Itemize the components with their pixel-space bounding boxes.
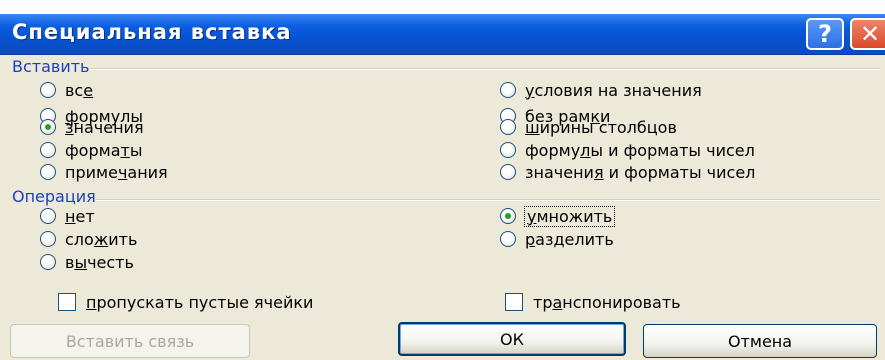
radio-button-icon[interactable] bbox=[40, 164, 56, 180]
title-bar[interactable]: Специальная вставка ? ✕ bbox=[0, 14, 885, 55]
radio-button-icon[interactable] bbox=[500, 231, 516, 247]
radio-label: примечания bbox=[65, 162, 168, 182]
radio-paste-comments[interactable]: примечания bbox=[40, 161, 168, 183]
radio-button-icon[interactable] bbox=[40, 119, 56, 135]
radio-label: разделить bbox=[525, 229, 614, 249]
checkbox-icon[interactable] bbox=[505, 293, 523, 311]
top-strip bbox=[0, 0, 885, 14]
paste-group-label: Вставить bbox=[12, 57, 90, 76]
radio-operation-subtract[interactable]: вычесть bbox=[40, 251, 134, 273]
radio-label: условия на значения bbox=[525, 80, 702, 100]
radio-label: умножить bbox=[523, 205, 616, 227]
operation-group-divider bbox=[96, 199, 880, 201]
checkbox-icon[interactable] bbox=[58, 293, 76, 311]
paste-special-dialog: Специальная вставка ? ✕ Вставить все фор… bbox=[0, 0, 885, 360]
dialog-title: Специальная вставка bbox=[12, 20, 292, 44]
radio-button-icon[interactable] bbox=[40, 231, 56, 247]
radio-button-icon[interactable] bbox=[40, 82, 56, 98]
radio-label: значения bbox=[65, 117, 144, 137]
radio-operation-multiply[interactable]: умножить bbox=[500, 205, 616, 227]
radio-button-icon[interactable] bbox=[40, 254, 56, 270]
skip-blanks-checkbox[interactable]: пропускать пустые ячейки bbox=[58, 290, 313, 314]
radio-button-icon[interactable] bbox=[500, 82, 516, 98]
radio-label: сложить bbox=[65, 229, 138, 249]
radio-label: вычесть bbox=[65, 252, 134, 272]
operation-group-label: Операция bbox=[12, 187, 96, 206]
checkbox-label: пропускать пустые ячейки bbox=[86, 292, 314, 312]
help-button[interactable]: ? bbox=[806, 18, 844, 50]
radio-button-icon[interactable] bbox=[500, 208, 516, 224]
radio-label: ширины столбцов bbox=[525, 117, 677, 137]
radio-button-icon[interactable] bbox=[40, 208, 56, 224]
close-icon: ✕ bbox=[859, 20, 881, 48]
radio-paste-validation[interactable]: условия на значения bbox=[500, 79, 702, 101]
radio-paste-column-widths[interactable]: ширины столбцов bbox=[500, 116, 677, 138]
radio-button-icon[interactable] bbox=[500, 142, 516, 158]
radio-paste-formats[interactable]: форматы bbox=[40, 139, 142, 161]
radio-label: форматы bbox=[65, 140, 143, 160]
checkbox-label: транспонировать bbox=[533, 292, 681, 312]
radio-label: формулы и форматы чисел bbox=[525, 140, 755, 160]
radio-operation-none[interactable]: нет bbox=[40, 205, 95, 227]
radio-paste-all[interactable]: все bbox=[40, 79, 93, 101]
radio-paste-formulas-number-formats[interactable]: формулы и форматы чисел bbox=[500, 139, 755, 161]
radio-paste-values[interactable]: значения bbox=[40, 116, 144, 138]
close-button[interactable]: ✕ bbox=[850, 18, 885, 50]
radio-button-icon[interactable] bbox=[500, 164, 516, 180]
radio-operation-divide[interactable]: разделить bbox=[500, 228, 614, 250]
radio-label: все bbox=[65, 80, 94, 100]
radio-label: значения и форматы чисел bbox=[525, 162, 756, 182]
help-icon: ? bbox=[818, 20, 832, 48]
radio-operation-add[interactable]: сложить bbox=[40, 228, 137, 250]
radio-paste-values-number-formats[interactable]: значения и форматы чисел bbox=[500, 161, 755, 183]
cancel-button[interactable]: Отмена bbox=[643, 324, 877, 358]
paste-group-divider bbox=[90, 68, 880, 70]
radio-label: нет bbox=[65, 206, 95, 226]
paste-link-button[interactable]: Вставить связь bbox=[10, 324, 250, 358]
radio-button-icon[interactable] bbox=[40, 142, 56, 158]
radio-button-icon[interactable] bbox=[500, 119, 516, 135]
ok-button[interactable]: ОК bbox=[398, 322, 626, 356]
transpose-checkbox[interactable]: транспонировать bbox=[505, 290, 681, 314]
